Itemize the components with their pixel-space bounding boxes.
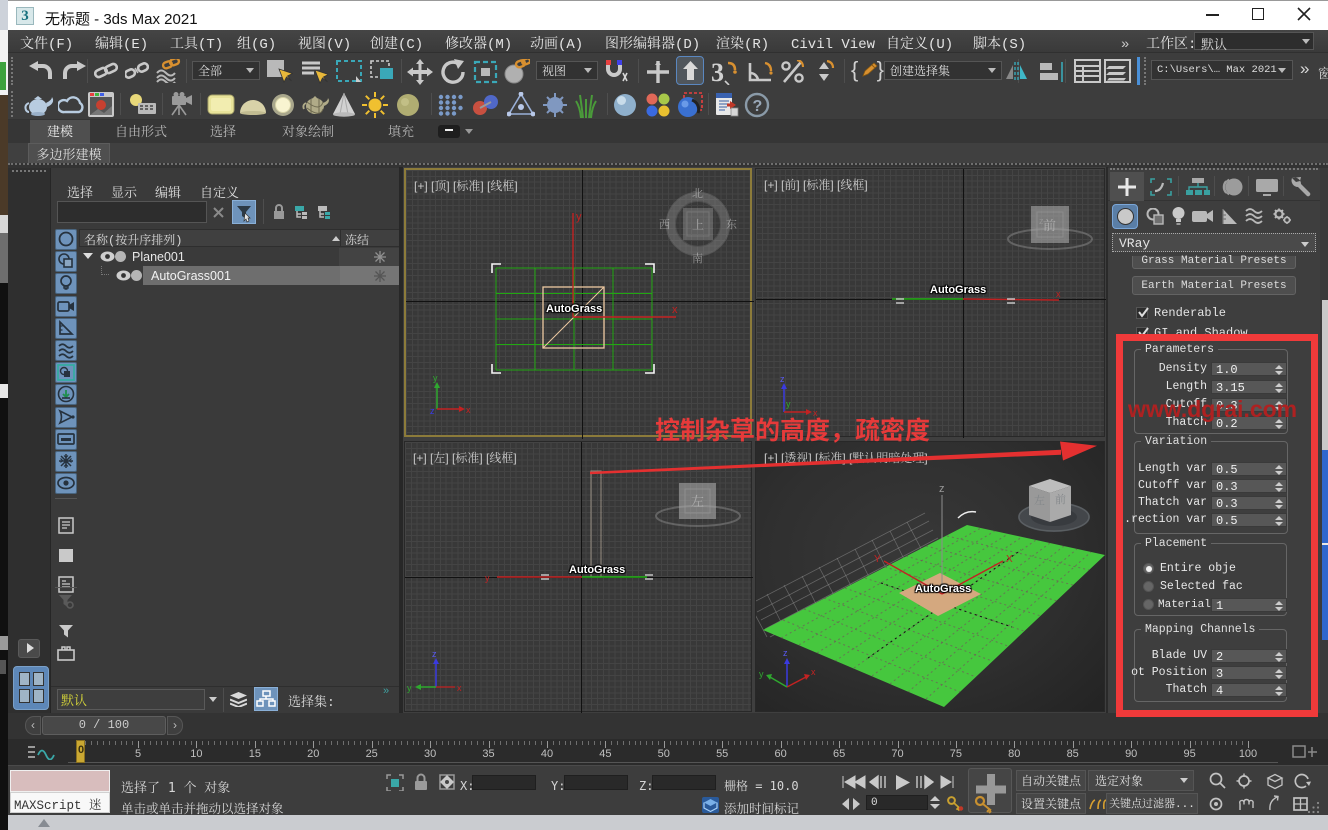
svg-text:前: 前 [1055,491,1066,507]
svg-text:Y: Y [874,554,881,565]
svg-text:y: y [407,683,412,693]
svg-text:y: y [576,211,582,223]
svg-text:南: 南 [692,250,703,266]
svg-text:y: y [786,399,791,409]
svg-text:z: z [939,483,945,495]
svg-text:z: z [783,648,788,658]
svg-text:X: X [1006,554,1013,565]
svg-text:左: 左 [1034,492,1045,508]
svg-text:前: 前 [1043,215,1056,234]
svg-text:西: 西 [659,216,670,232]
svg-text:z: z [430,406,435,416]
svg-text:z: z [432,649,437,659]
svg-text:z: z [780,374,785,384]
svg-text:y: y [485,573,490,583]
svg-text:北: 北 [692,185,703,201]
svg-text:y: y [433,373,438,383]
svg-text:x: x [672,304,678,316]
svg-text:y: y [759,669,764,679]
svg-text:左: 左 [691,491,704,510]
svg-text:x: x [457,683,462,693]
svg-text:上: 上 [692,216,704,233]
svg-text:3: 3 [711,59,724,85]
svg-text:?: ? [753,98,763,115]
svg-text:东: 东 [726,216,737,232]
svg-text:x: x [1056,289,1061,299]
svg-text:x: x [811,667,816,677]
svg-text:x: x [466,405,471,415]
